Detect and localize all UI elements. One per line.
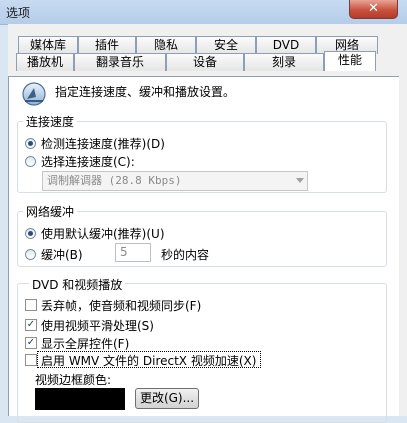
fullscreen-controls-checkbox[interactable]: ✓	[25, 337, 37, 349]
tab-privacy[interactable]: 隐私	[136, 36, 196, 54]
detect-speed-label[interactable]: 检测连接速度(推荐)(D)	[41, 135, 165, 152]
custom-buffer-radio[interactable]	[25, 249, 36, 260]
title-bar: 选项 ✕	[0, 0, 407, 25]
border-color-swatch	[35, 388, 125, 410]
chevron-down-icon	[296, 178, 304, 183]
close-button[interactable]: ✕	[349, 0, 398, 19]
tab-library[interactable]: 媒体库	[18, 36, 78, 54]
connection-speed-dropdown[interactable]: 调制解调器 (28.8 Kbps)	[42, 171, 308, 191]
border-color-label: 视频边框颜色:	[35, 373, 112, 387]
directx-acceleration-checkbox[interactable]	[25, 354, 37, 366]
tab-security[interactable]: 安全	[196, 36, 256, 54]
tab-devices[interactable]: 设备	[166, 53, 244, 71]
window-title: 选项	[6, 6, 31, 20]
custom-buffer-label[interactable]: 缓冲(B)	[41, 246, 83, 263]
buffer-seconds-input[interactable]: 5	[115, 243, 151, 262]
choose-speed-radio[interactable]	[25, 156, 36, 167]
video-smoothing-checkbox[interactable]: ✓	[25, 319, 37, 331]
connection-speed-value: 调制解调器 (28.8 Kbps)	[47, 174, 182, 187]
drop-frames-label[interactable]: 丢弃帧，使音频和视频同步(F)	[41, 297, 201, 314]
choose-speed-label[interactable]: 选择连接速度(C):	[41, 153, 135, 170]
tab-plugins[interactable]: 插件	[78, 36, 136, 54]
tab-dvd[interactable]: DVD	[256, 36, 316, 54]
performance-gauge-icon	[22, 82, 46, 106]
tab-burn[interactable]: 刻录	[244, 53, 324, 71]
buffer-seconds-suffix: 秒的内容	[161, 248, 210, 262]
connection-speed-title: 连接速度	[23, 113, 78, 130]
change-color-button[interactable]: 更改(G)...	[135, 388, 199, 409]
tab-rip-music[interactable]: 翻录音乐	[74, 53, 166, 71]
video-smoothing-label[interactable]: 使用视频平滑处理(S)	[41, 317, 154, 334]
close-icon: ✕	[368, 1, 379, 16]
network-buffering-title: 网络缓冲	[23, 203, 78, 220]
default-buffer-radio[interactable]	[25, 228, 36, 239]
page-description: 指定连接速度、缓冲和播放设置。	[55, 85, 236, 99]
tab-performance[interactable]: 性能	[324, 51, 376, 71]
dvd-video-title: DVD 和视频播放	[29, 276, 126, 293]
drop-frames-checkbox[interactable]	[25, 299, 37, 311]
tab-player[interactable]: 播放机	[16, 53, 74, 71]
directx-acceleration-label[interactable]: 启用 WMV 文件的 DirectX 视频加速(X)	[41, 352, 256, 369]
performance-page: 指定连接速度、缓冲和播放设置。 连接速度 检测连接速度(推荐)(D) 选择连接速…	[8, 76, 399, 423]
detect-speed-radio[interactable]	[25, 138, 36, 149]
fullscreen-controls-label[interactable]: 显示全屏控件(F)	[41, 335, 129, 352]
default-buffer-label[interactable]: 使用默认缓冲(推荐)(U)	[41, 225, 165, 242]
